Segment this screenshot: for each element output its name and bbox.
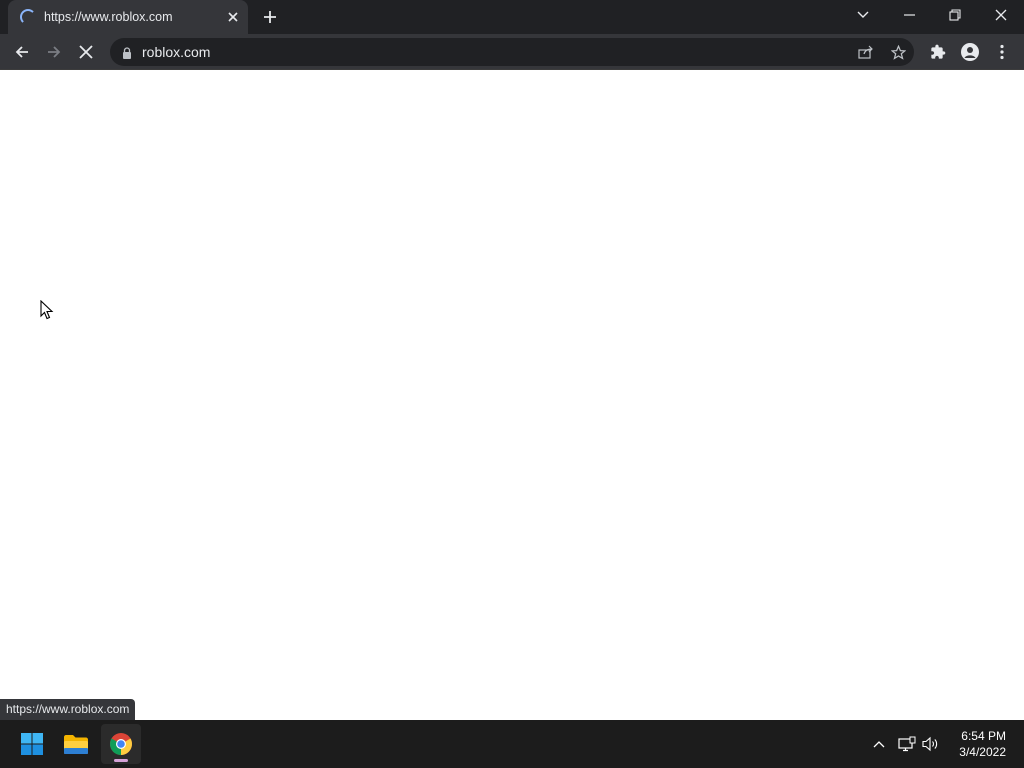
profile-icon[interactable] xyxy=(956,38,984,66)
menu-icon[interactable] xyxy=(988,38,1016,66)
back-arrow-icon[interactable] xyxy=(8,38,36,66)
close-tab-icon[interactable] xyxy=(224,8,242,26)
new-tab-button[interactable] xyxy=(258,6,282,28)
volume-icon[interactable] xyxy=(920,734,942,754)
address-url: roblox.com xyxy=(142,44,211,60)
system-clock[interactable]: 6:54 PM 3/4/2022 xyxy=(942,728,1006,760)
tab-search-button[interactable] xyxy=(840,0,886,30)
lock-icon[interactable] xyxy=(122,46,132,64)
chevron-up-icon[interactable] xyxy=(868,734,890,754)
mouse-cursor-icon xyxy=(40,299,54,325)
file-explorer-icon[interactable] xyxy=(56,724,96,764)
tab-strip: https://www.roblox.com xyxy=(0,0,1024,34)
windows-start-icon[interactable] xyxy=(12,724,52,764)
clock-date: 3/4/2022 xyxy=(959,745,1006,759)
close-window-button[interactable] xyxy=(978,0,1024,30)
active-app-indicator xyxy=(114,759,128,762)
browser-toolbar: roblox.com xyxy=(0,34,1024,70)
minimize-button[interactable] xyxy=(886,0,932,30)
star-icon[interactable] xyxy=(887,42,909,62)
extensions-icon[interactable] xyxy=(924,38,952,66)
browser-tab[interactable]: https://www.roblox.com xyxy=(8,0,248,34)
loading-spinner-icon xyxy=(20,9,36,25)
share-icon[interactable] xyxy=(855,42,877,62)
stop-loading-icon[interactable] xyxy=(72,38,100,66)
tab-title: https://www.roblox.com xyxy=(44,10,173,24)
link-status-bubble: https://www.roblox.com xyxy=(0,699,136,720)
chrome-icon[interactable] xyxy=(101,724,141,764)
clock-time: 6:54 PM xyxy=(961,729,1006,743)
network-icon[interactable] xyxy=(896,734,918,754)
forward-arrow-icon[interactable] xyxy=(40,38,68,66)
restore-button[interactable] xyxy=(932,0,978,30)
address-bar[interactable]: roblox.com xyxy=(110,38,914,66)
taskbar: 6:54 PM 3/4/2022 xyxy=(0,720,1024,768)
page-content[interactable] xyxy=(0,70,1024,720)
